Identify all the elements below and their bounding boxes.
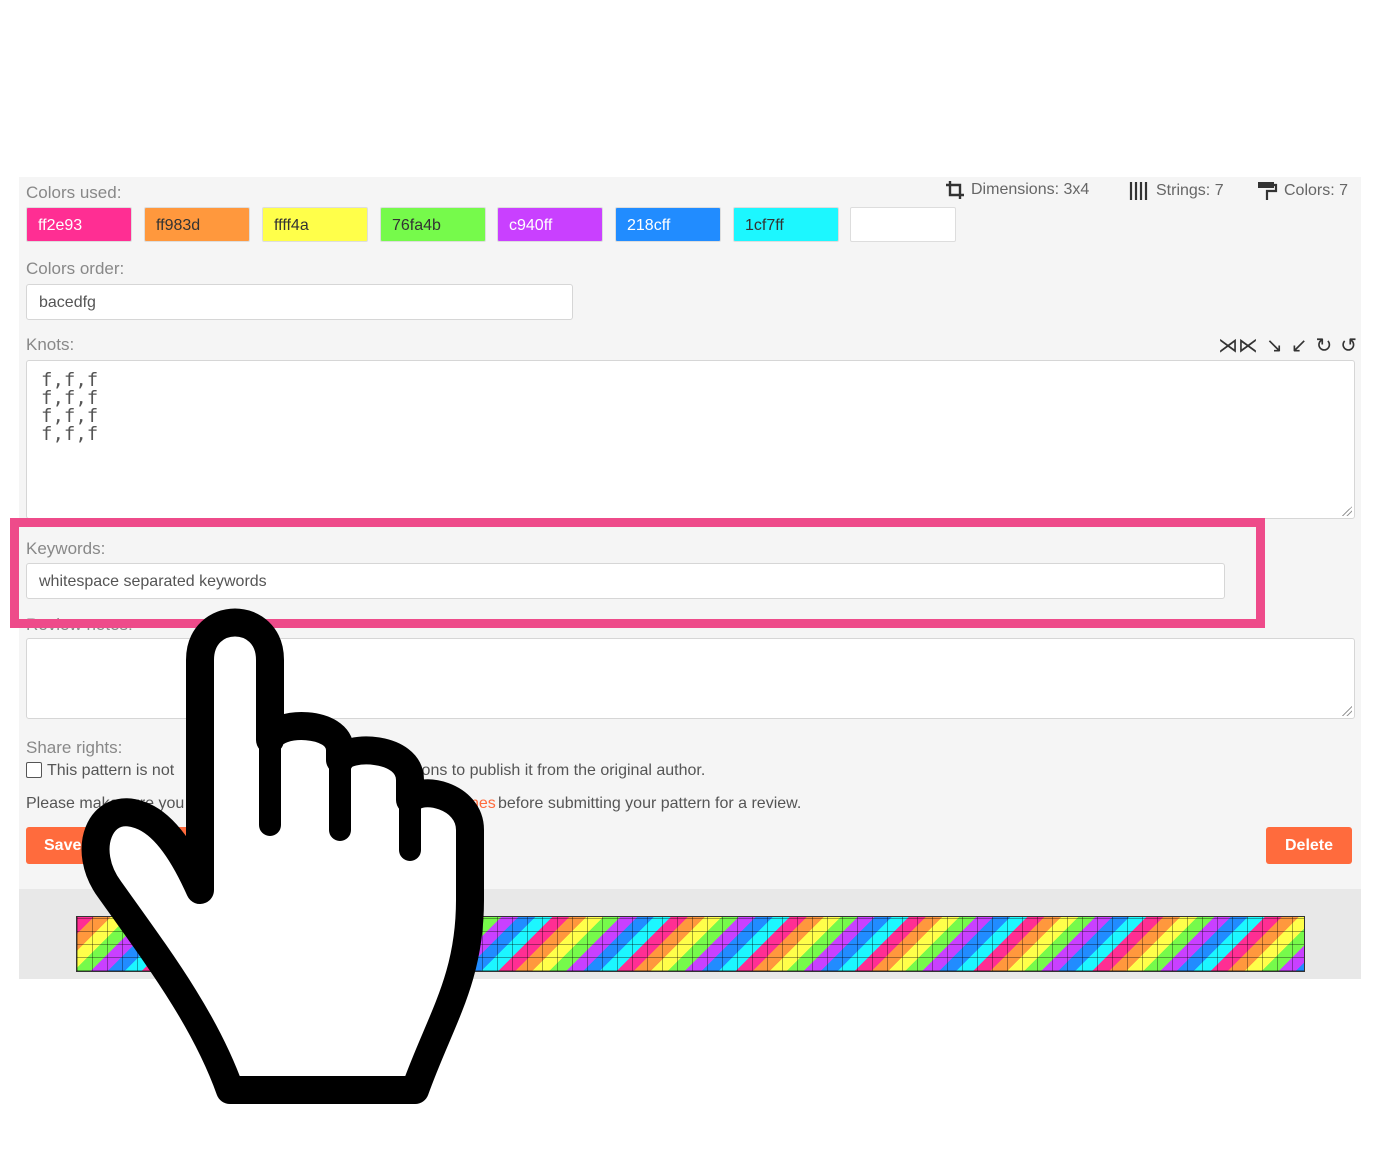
rotate-left-icon[interactable]: ↺ bbox=[1340, 333, 1357, 358]
colors-used-label: Colors used: bbox=[26, 183, 122, 202]
arrow-down-left-icon[interactable]: ↙ bbox=[1291, 333, 1308, 358]
colors-text: Colors: 7 bbox=[1284, 182, 1349, 199]
colors-stat: Colors: 7 bbox=[1256, 180, 1348, 202]
swatch-hex: ff2e93 bbox=[38, 217, 83, 234]
color-swatch-3[interactable]: ffff4a bbox=[262, 207, 368, 242]
swatch-hex: 218cff bbox=[627, 217, 671, 234]
delete-button[interactable]: Delete bbox=[1266, 827, 1352, 864]
knots-label: Knots: bbox=[26, 335, 75, 354]
arrow-down-right-icon[interactable]: ↘ bbox=[1266, 333, 1283, 358]
paint-roller-icon bbox=[1258, 182, 1278, 200]
color-swatch-empty[interactable] bbox=[850, 207, 956, 242]
mirror-icon[interactable]: ⋊⋉ bbox=[1218, 333, 1258, 358]
resize-handle[interactable] bbox=[1342, 706, 1352, 716]
swatch-hex: 76fa4b bbox=[392, 217, 441, 234]
dimensions-stat: Dimensions: 3x4 bbox=[945, 180, 1089, 200]
share-rights-checkbox[interactable] bbox=[26, 762, 42, 778]
pointing-hand-icon bbox=[81, 608, 484, 1104]
color-swatch-5[interactable]: c940ff bbox=[497, 207, 603, 242]
color-swatch-6[interactable]: 218cff bbox=[615, 207, 721, 242]
strings-stat: Strings: 7 bbox=[1128, 180, 1224, 202]
swatch-hex: 1cf7ff bbox=[745, 217, 784, 234]
guidelines-text-end: before submitting your pattern for a rev… bbox=[498, 795, 802, 812]
color-swatch-7[interactable]: 1cf7ff bbox=[733, 207, 839, 242]
color-swatch-2[interactable]: ff983d bbox=[144, 207, 250, 242]
resize-handle[interactable] bbox=[1342, 506, 1352, 516]
knots-textarea[interactable]: f,f,f f,f,f f,f,f f,f,f bbox=[26, 360, 1355, 519]
swatch-hex: ffff4a bbox=[274, 217, 309, 234]
color-swatch-4[interactable]: 76fa4b bbox=[380, 207, 486, 242]
colors-order-label: Colors order: bbox=[26, 259, 125, 278]
rotate-right-icon[interactable]: ↻ bbox=[1316, 333, 1333, 358]
swatch-hex: c940ff bbox=[509, 217, 553, 234]
crop-icon bbox=[946, 181, 964, 199]
swatch-hex: ff983d bbox=[156, 217, 201, 234]
colors-order-input[interactable]: bacedfg bbox=[26, 284, 573, 320]
dimensions-text: Dimensions: 3x4 bbox=[971, 181, 1090, 198]
strings-icon bbox=[1129, 182, 1148, 200]
knot-tools: ⋊⋉ ↘ ↙ ↻ ↺ bbox=[1218, 333, 1357, 358]
knots-value: f,f,f f,f,f f,f,f f,f,f bbox=[41, 369, 99, 445]
colors-order-value: bacedfg bbox=[39, 294, 96, 311]
strings-text: Strings: 7 bbox=[1156, 182, 1224, 199]
color-swatch-1[interactable]: ff2e93 bbox=[26, 207, 132, 242]
